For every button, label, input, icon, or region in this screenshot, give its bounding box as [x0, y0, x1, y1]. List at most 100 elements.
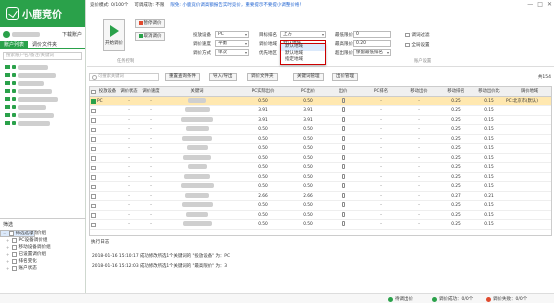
- row-checkbox[interactable]: [91, 222, 96, 227]
- row-checkbox[interactable]: [91, 99, 96, 104]
- reset-query-button[interactable]: 重置查询条件: [165, 73, 200, 81]
- sidebar-item-account[interactable]: [0, 87, 85, 95]
- row-checkbox[interactable]: [91, 175, 96, 180]
- max-price-input[interactable]: 0.20: [353, 40, 391, 47]
- checkbox-icon[interactable]: [5, 72, 10, 78]
- tab-account-list[interactable]: 账户列表: [0, 41, 29, 48]
- sidebar-item-account[interactable]: [0, 119, 85, 127]
- row-checkbox[interactable]: [91, 146, 96, 151]
- column-header-status[interactable]: 调价状态: [118, 87, 140, 97]
- row-checkbox[interactable]: [91, 194, 96, 199]
- min-price-input[interactable]: 0: [353, 31, 391, 38]
- checkbox-icon[interactable]: [12, 238, 17, 243]
- table-row[interactable]: - - 2.66 2.66 - - 0.27 0.21: [90, 192, 551, 201]
- checkbox-icon[interactable]: [12, 266, 17, 271]
- column-header-mobile-rank[interactable]: 移动排名: [440, 87, 472, 97]
- filter-item[interactable]: − 筛选选项: [0, 230, 35, 237]
- maximize-button[interactable]: □: [537, 1, 543, 8]
- table-row[interactable]: PC - - 0.50 0.50 - - 0.25 0.15 PC:北京市(默认): [90, 96, 551, 106]
- column-header-keyword[interactable]: 关键词: [162, 87, 232, 97]
- column-header-region[interactable]: 调价地域: [506, 87, 551, 97]
- checkbox-icon[interactable]: [5, 80, 10, 86]
- column-header-device[interactable]: 投放设备: [97, 87, 118, 97]
- target-rank-select[interactable]: 上方: [280, 31, 326, 38]
- filter-item[interactable]: + PC设备调价组: [0, 237, 86, 244]
- row-checkbox[interactable]: [91, 165, 96, 170]
- table-row[interactable]: - - 0.50 0.50 - - 0.25 0.15: [90, 154, 551, 163]
- row-checkbox[interactable]: [91, 137, 96, 142]
- filter-item[interactable]: + 账户状态: [0, 265, 86, 272]
- column-header-mobile-bid[interactable]: 移动出价: [398, 87, 440, 97]
- expand-toggle-icon[interactable]: +: [6, 237, 10, 244]
- table-row[interactable]: - - 0.50 0.50 - - 0.25 0.15: [90, 220, 551, 230]
- table-row[interactable]: - - 3.91 3.91 - - 0.25 0.15: [90, 116, 551, 125]
- region-option[interactable]: 指定地域: [281, 57, 325, 64]
- row-checkbox[interactable]: [91, 118, 96, 123]
- row-checkbox[interactable]: [91, 213, 96, 218]
- over-limit-select[interactable]: 保留最低排名: [353, 49, 391, 56]
- table-row[interactable]: - - 0.50 0.50 - - 0.25 0.15: [90, 182, 551, 192]
- sidebar-item-account[interactable]: [0, 95, 85, 103]
- table-row[interactable]: - - 3.91 3.91 - - 0.25 0.15: [90, 106, 551, 116]
- table-row[interactable]: - - 0.50 0.50 - - 0.25 0.15: [90, 125, 551, 135]
- table-row[interactable]: - - 0.50 0.50 - - 0.25 0.15: [90, 144, 551, 154]
- filter-item[interactable]: + 排名变化: [0, 258, 86, 265]
- speed-select[interactable]: 平衡: [215, 40, 249, 47]
- row-checkbox[interactable]: [91, 203, 96, 208]
- filter-item[interactable]: + 移动设备调价组: [0, 244, 86, 251]
- keyword-search-input[interactable]: 可搜索关键词: [89, 73, 159, 81]
- notice-link[interactable]: 限免: 小鹿竞价调高额报告实时竞价，重要提示不要提小调整价格！: [170, 2, 303, 8]
- pause-bid-button[interactable]: 暂停调价: [135, 19, 165, 28]
- table-row[interactable]: - - 0.50 0.50 - - 0.25 0.15: [90, 163, 551, 173]
- table-row[interactable]: - - 0.50 0.50 - - 0.25 0.15: [90, 135, 551, 144]
- bid-manage-button[interactable]: 出价管理: [332, 73, 358, 81]
- cancel-bid-button[interactable]: 取消调价: [135, 32, 165, 41]
- price-folder-button[interactable]: 调价文件夹: [247, 73, 278, 81]
- expand-toggle-icon[interactable]: +: [6, 258, 10, 265]
- row-checkbox[interactable]: [91, 127, 96, 132]
- sidebar-item-account[interactable]: [0, 103, 85, 111]
- row-checkbox[interactable]: [91, 184, 96, 189]
- global-settings-check[interactable]: 全局设置: [405, 42, 430, 48]
- sidebar-item-account[interactable]: [0, 111, 85, 119]
- checkbox-icon[interactable]: [12, 252, 17, 257]
- expand-toggle-icon[interactable]: +: [6, 251, 10, 258]
- sidebar-item-account[interactable]: [0, 71, 85, 79]
- row-checkbox[interactable]: [91, 156, 96, 161]
- sidebar-item-account[interactable]: [0, 79, 85, 87]
- expand-toggle-icon[interactable]: −: [3, 231, 7, 236]
- device-select[interactable]: PC: [215, 31, 249, 38]
- checkbox-icon[interactable]: [12, 259, 17, 264]
- table-row[interactable]: - - 0.50 0.50 - - 0.25 0.15: [90, 173, 551, 182]
- method-select[interactable]: 单次: [215, 49, 249, 56]
- account-search-input[interactable]: 搜索账户名/备注/关键词: [3, 52, 82, 60]
- close-button[interactable]: ✕: [547, 1, 552, 8]
- start-bid-button[interactable]: 开始调价: [103, 19, 125, 51]
- checkbox-icon[interactable]: [5, 88, 10, 94]
- checkbox-icon[interactable]: [5, 64, 10, 70]
- column-header-pc-rank[interactable]: PC排名: [364, 87, 398, 97]
- column-header-mobile-ratio[interactable]: 移动出价比: [472, 87, 506, 97]
- table-row[interactable]: - - 0.50 0.50 - - 0.25 0.15: [90, 211, 551, 220]
- select-all-checkbox[interactable]: [91, 89, 96, 94]
- checkbox-icon[interactable]: [5, 104, 10, 110]
- row-checkbox[interactable]: [91, 108, 96, 113]
- table-row[interactable]: - - 0.50 0.50 - - 0.25 0.15: [90, 201, 551, 211]
- expand-toggle-icon[interactable]: +: [6, 244, 10, 251]
- keyword-manage-button[interactable]: 关键词管理: [293, 73, 324, 81]
- checkbox-icon[interactable]: [5, 96, 10, 102]
- expand-toggle-icon[interactable]: +: [6, 265, 10, 272]
- column-header-pc-actual-bid[interactable]: PC实际出价: [232, 87, 294, 97]
- filter-words-check[interactable]: 调词过滤: [405, 32, 430, 38]
- column-header-speed[interactable]: 调价速度: [140, 87, 162, 97]
- tab-price-folders[interactable]: 调价文件夹: [28, 41, 61, 48]
- checkbox-icon[interactable]: [12, 245, 17, 250]
- column-header-pc-bid[interactable]: PC出价: [294, 87, 322, 97]
- column-header-bid[interactable]: 出价: [322, 87, 364, 97]
- checkbox-icon[interactable]: [9, 231, 14, 236]
- checkbox-icon[interactable]: [5, 120, 10, 126]
- import-export-button[interactable]: 导入/导出: [209, 73, 237, 81]
- download-account-button[interactable]: 下载账户: [62, 31, 82, 38]
- filter-item[interactable]: + 已设置调价组: [0, 251, 86, 258]
- sidebar-item-account[interactable]: [0, 63, 85, 71]
